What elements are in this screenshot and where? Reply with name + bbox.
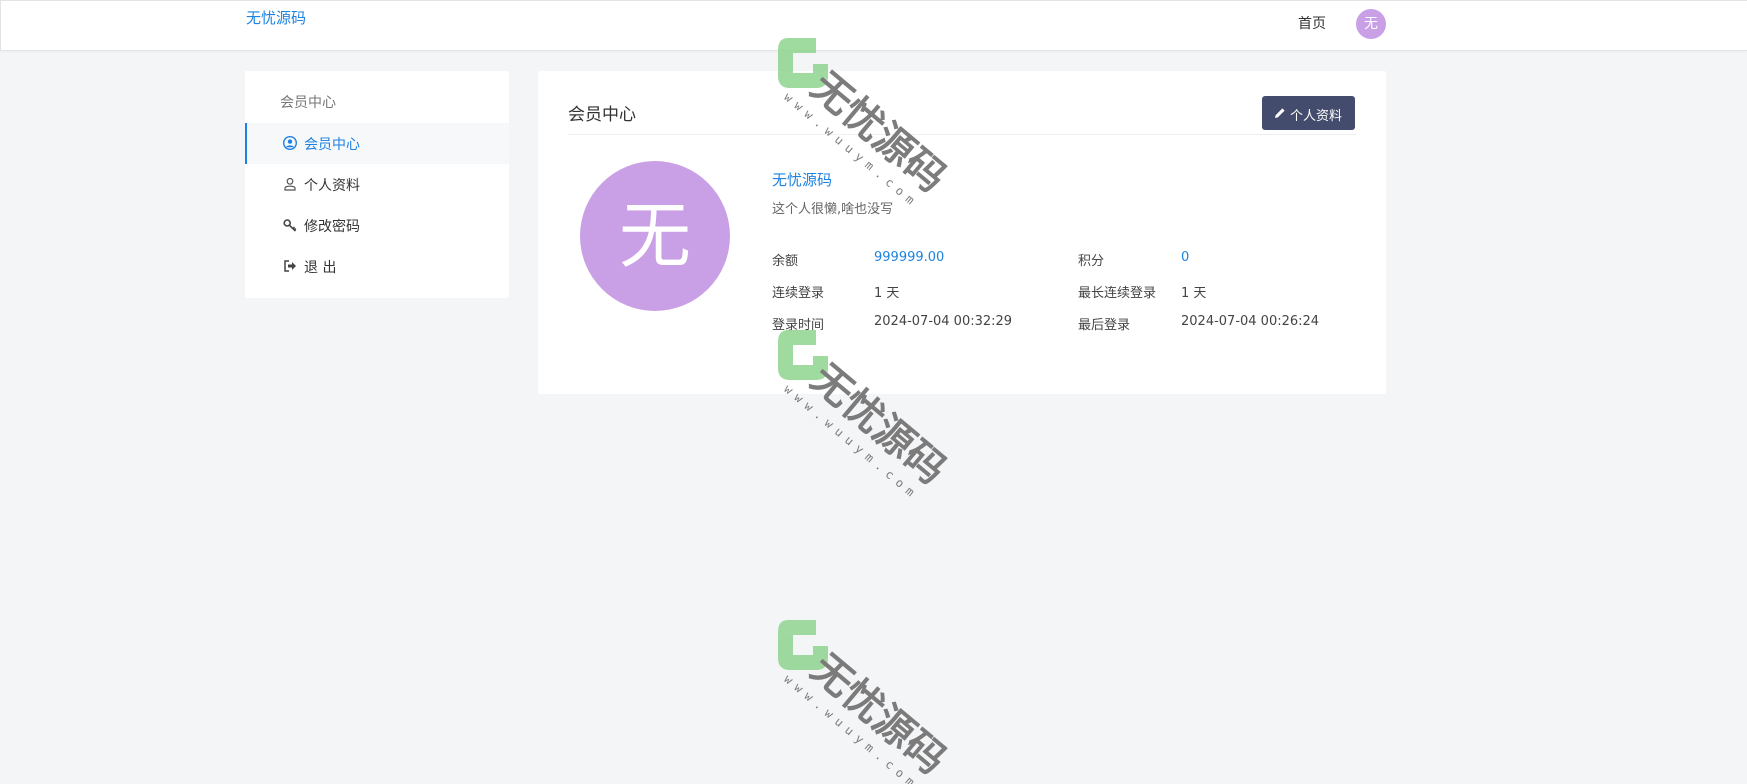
profile-avatar: 无	[580, 161, 730, 311]
sidebar-title: 会员中心	[280, 95, 336, 111]
max-consecutive-login-label: 最长连续登录	[1078, 286, 1157, 301]
sidebar-item-change-password[interactable]: 修改密码	[245, 205, 509, 246]
edit-profile-button[interactable]: 个人资料	[1262, 96, 1355, 130]
user-icon	[284, 177, 296, 191]
login-time-value: 2024-07-04 00:32:29	[874, 314, 1013, 329]
sidebar-item-label: 个人资料	[304, 178, 360, 194]
watermark-logo: 无忧源码 www.wuuym.com	[778, 620, 954, 784]
sidebar-item-label: 退 出	[304, 260, 337, 276]
last-login-label: 最后登录	[1078, 318, 1131, 333]
user-circle-icon	[283, 136, 297, 150]
points-label: 积分	[1078, 254, 1105, 269]
pencil-icon	[1275, 108, 1285, 118]
edit-profile-label: 个人资料	[1290, 108, 1343, 123]
sidebar-item-label: 会员中心	[304, 137, 360, 153]
sign-out-icon	[284, 260, 296, 272]
top-navbar: 无忧源码 首页 无	[0, 0, 1747, 51]
user-avatar[interactable]: 无	[1356, 9, 1386, 39]
svg-text:www.wuuym.com: www.wuuym.com	[781, 382, 922, 503]
user-bio: 这个人很懒,啥也没写	[772, 202, 894, 217]
consecutive-login-label: 连续登录	[772, 286, 825, 301]
site-logo[interactable]: 无忧源码	[246, 7, 306, 28]
sidebar-item-profile[interactable]: 个人资料	[245, 164, 509, 205]
nav-home-link[interactable]: 首页	[1298, 13, 1326, 33]
divider	[568, 134, 1356, 135]
sidebar-item-label: 修改密码	[304, 219, 360, 235]
last-login-value: 2024-07-04 00:26:24	[1181, 314, 1320, 329]
login-time-label: 登录时间	[772, 318, 825, 333]
svg-text:www.wuuym.com: www.wuuym.com	[781, 672, 922, 784]
key-icon	[283, 219, 297, 232]
consecutive-login-value: 1 天	[874, 286, 900, 301]
balance-value: 999999.00	[874, 250, 945, 265]
points-value: 0	[1181, 250, 1190, 265]
member-center-panel: 会员中心 个人资料 无 无忧源码 这个人很懒,啥也没写 余额 999999.00…	[538, 71, 1386, 394]
svg-text:无忧源码: 无忧源码	[802, 645, 954, 783]
balance-label: 余额	[772, 254, 799, 269]
sidebar: 会员中心 会员中心 个人资料 修改密码 退 出	[245, 71, 509, 298]
page-title: 会员中心	[568, 105, 636, 125]
max-consecutive-login-value: 1 天	[1181, 286, 1207, 301]
sidebar-item-logout[interactable]: 退 出	[245, 246, 509, 287]
sidebar-item-member-center[interactable]: 会员中心	[245, 123, 509, 164]
username-link[interactable]: 无忧源码	[772, 169, 832, 190]
